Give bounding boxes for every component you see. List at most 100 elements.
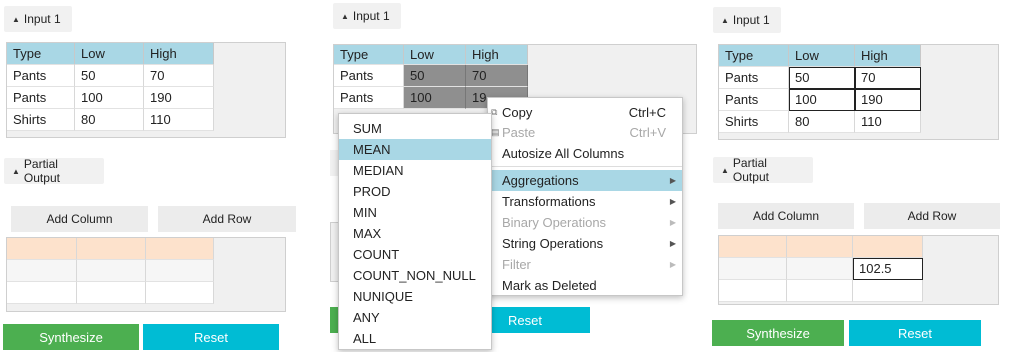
column-header[interactable]: Type (7, 43, 75, 65)
input-toggle[interactable]: ▲ Input 1 (4, 6, 72, 32)
table-cell-highlighted[interactable]: 70 (855, 67, 921, 89)
output-cell[interactable] (853, 236, 923, 258)
output-cell[interactable] (7, 282, 77, 304)
synthesize-button[interactable]: Synthesize (712, 320, 844, 346)
submenu-arrow-icon: ▶ (669, 239, 676, 248)
agg-mean[interactable]: MEAN (339, 139, 491, 160)
submenu-arrow-icon: ▶ (669, 197, 676, 206)
table-cell[interactable]: Pants (7, 65, 75, 87)
column-header[interactable]: Low (404, 45, 466, 65)
table-cell-highlighted[interactable]: 100 (789, 89, 855, 111)
output-cell[interactable] (853, 280, 923, 302)
menu-item-copy[interactable]: ⧉ Copy Ctrl+C (488, 102, 682, 123)
menu-item-mark-as-deleted[interactable]: Mark as Deleted (488, 275, 682, 296)
table-cell-selected[interactable]: 70 (466, 65, 528, 87)
collapse-triangle-icon: ▲ (721, 15, 729, 25)
menu-item-aggregations[interactable]: Aggregations ▶ (488, 170, 682, 191)
output-cell[interactable] (77, 260, 146, 282)
collapse-triangle-icon: ▲ (721, 165, 729, 175)
table-cell[interactable]: Shirts (7, 109, 75, 131)
table-cell[interactable]: 80 (789, 111, 855, 133)
table-cell[interactable]: 190 (144, 87, 214, 109)
table-cell-highlighted[interactable]: 190 (855, 89, 921, 111)
partial-output-toggle[interactable]: ▲ Partial Output (713, 156, 813, 184)
input-toggle[interactable]: ▲ Input 1 (333, 3, 401, 29)
table-cell[interactable]: Pants (719, 89, 789, 111)
output-cell[interactable] (719, 280, 787, 302)
add-column-button[interactable]: Add Column (718, 203, 854, 229)
output-cell[interactable] (787, 280, 853, 302)
agg-count[interactable]: COUNT (339, 244, 491, 265)
output-cell[interactable] (787, 258, 853, 280)
reset-button[interactable]: Reset (849, 320, 981, 346)
menu-item-paste[interactable]: ▤ Paste Ctrl+V (488, 122, 682, 143)
table-cell-selected[interactable]: 50 (404, 65, 466, 87)
menu-item-autosize[interactable]: Autosize All Columns (488, 143, 682, 164)
output-table (6, 237, 286, 312)
table-cell[interactable]: 100 (75, 87, 144, 109)
table-cell[interactable]: Pants (334, 65, 404, 87)
column-header[interactable]: Low (789, 45, 855, 67)
agg-nunique[interactable]: NUNIQUE (339, 286, 491, 307)
input-table: Type Low High Pants 50 70 Pants 100 190 … (718, 44, 999, 140)
collapse-triangle-icon: ▲ (341, 11, 349, 21)
agg-count-non-null[interactable]: COUNT_NON_NULL (339, 265, 491, 286)
table-cell[interactable]: Pants (7, 87, 75, 109)
output-cell[interactable] (7, 260, 77, 282)
synthesize-button[interactable]: Synthesize (3, 324, 139, 350)
submenu-arrow-icon: ▶ (669, 218, 676, 227)
table-cell[interactable]: 80 (75, 109, 144, 131)
paste-icon: ▤ (491, 127, 500, 137)
collapse-triangle-icon: ▲ (12, 166, 20, 176)
menu-item-transformations[interactable]: Transformations ▶ (488, 191, 682, 212)
table-cell[interactable]: Pants (334, 87, 404, 109)
agg-median[interactable]: MEDIAN (339, 160, 491, 181)
submenu-arrow-icon: ▶ (669, 260, 676, 269)
partial-output-toggle[interactable]: ▲ Partial Output (4, 157, 104, 185)
agg-sum[interactable]: SUM (339, 118, 491, 139)
add-row-button[interactable]: Add Row (158, 206, 296, 232)
output-cell[interactable] (77, 238, 146, 260)
add-column-button[interactable]: Add Column (11, 206, 148, 232)
output-cell[interactable] (146, 238, 214, 260)
input-table: Type Low High Pants 50 70 Pants 100 190 … (6, 42, 286, 138)
table-cell[interactable]: 70 (144, 65, 214, 87)
table-cell-highlighted[interactable]: 50 (789, 67, 855, 89)
aggregations-submenu: SUM MEAN MEDIAN PROD MIN MAX COUNT COUNT… (338, 113, 492, 350)
column-header[interactable]: High (855, 45, 921, 67)
column-header[interactable]: Low (75, 43, 144, 65)
column-header[interactable]: High (144, 43, 214, 65)
reset-button[interactable]: Reset (143, 324, 279, 350)
table-cell[interactable]: 110 (855, 111, 921, 133)
output-cell[interactable] (787, 236, 853, 258)
menu-item-binary-operations[interactable]: Binary Operations ▶ (488, 212, 682, 233)
table-cell[interactable]: 110 (144, 109, 214, 131)
agg-prod[interactable]: PROD (339, 181, 491, 202)
output-cell-value[interactable]: 102.5 (853, 258, 923, 280)
column-header[interactable]: High (466, 45, 528, 65)
input-toggle[interactable]: ▲ Input 1 (713, 7, 781, 33)
output-cell[interactable] (146, 282, 214, 304)
agg-min[interactable]: MIN (339, 202, 491, 223)
output-cell[interactable] (719, 258, 787, 280)
table-cell[interactable]: Shirts (719, 111, 789, 133)
agg-max[interactable]: MAX (339, 223, 491, 244)
output-cell[interactable] (719, 236, 787, 258)
menu-item-string-operations[interactable]: String Operations ▶ (488, 233, 682, 254)
menu-divider (488, 166, 682, 167)
column-header[interactable]: Type (334, 45, 404, 65)
table-cell[interactable]: 50 (75, 65, 144, 87)
context-menu: ⧉ Copy Ctrl+C ▤ Paste Ctrl+V Autosize Al… (487, 97, 683, 296)
table-cell-selected[interactable]: 100 (404, 87, 466, 109)
output-cell[interactable] (7, 238, 77, 260)
submenu-arrow-icon: ▶ (669, 176, 676, 185)
column-header[interactable]: Type (719, 45, 789, 67)
output-cell[interactable] (146, 260, 214, 282)
output-table: 102.5 (718, 235, 999, 305)
agg-any[interactable]: ANY (339, 307, 491, 328)
output-cell[interactable] (77, 282, 146, 304)
add-row-button[interactable]: Add Row (864, 203, 1000, 229)
agg-all[interactable]: ALL (339, 328, 491, 349)
table-cell[interactable]: Pants (719, 67, 789, 89)
menu-item-filter[interactable]: Filter ▶ (488, 254, 682, 275)
